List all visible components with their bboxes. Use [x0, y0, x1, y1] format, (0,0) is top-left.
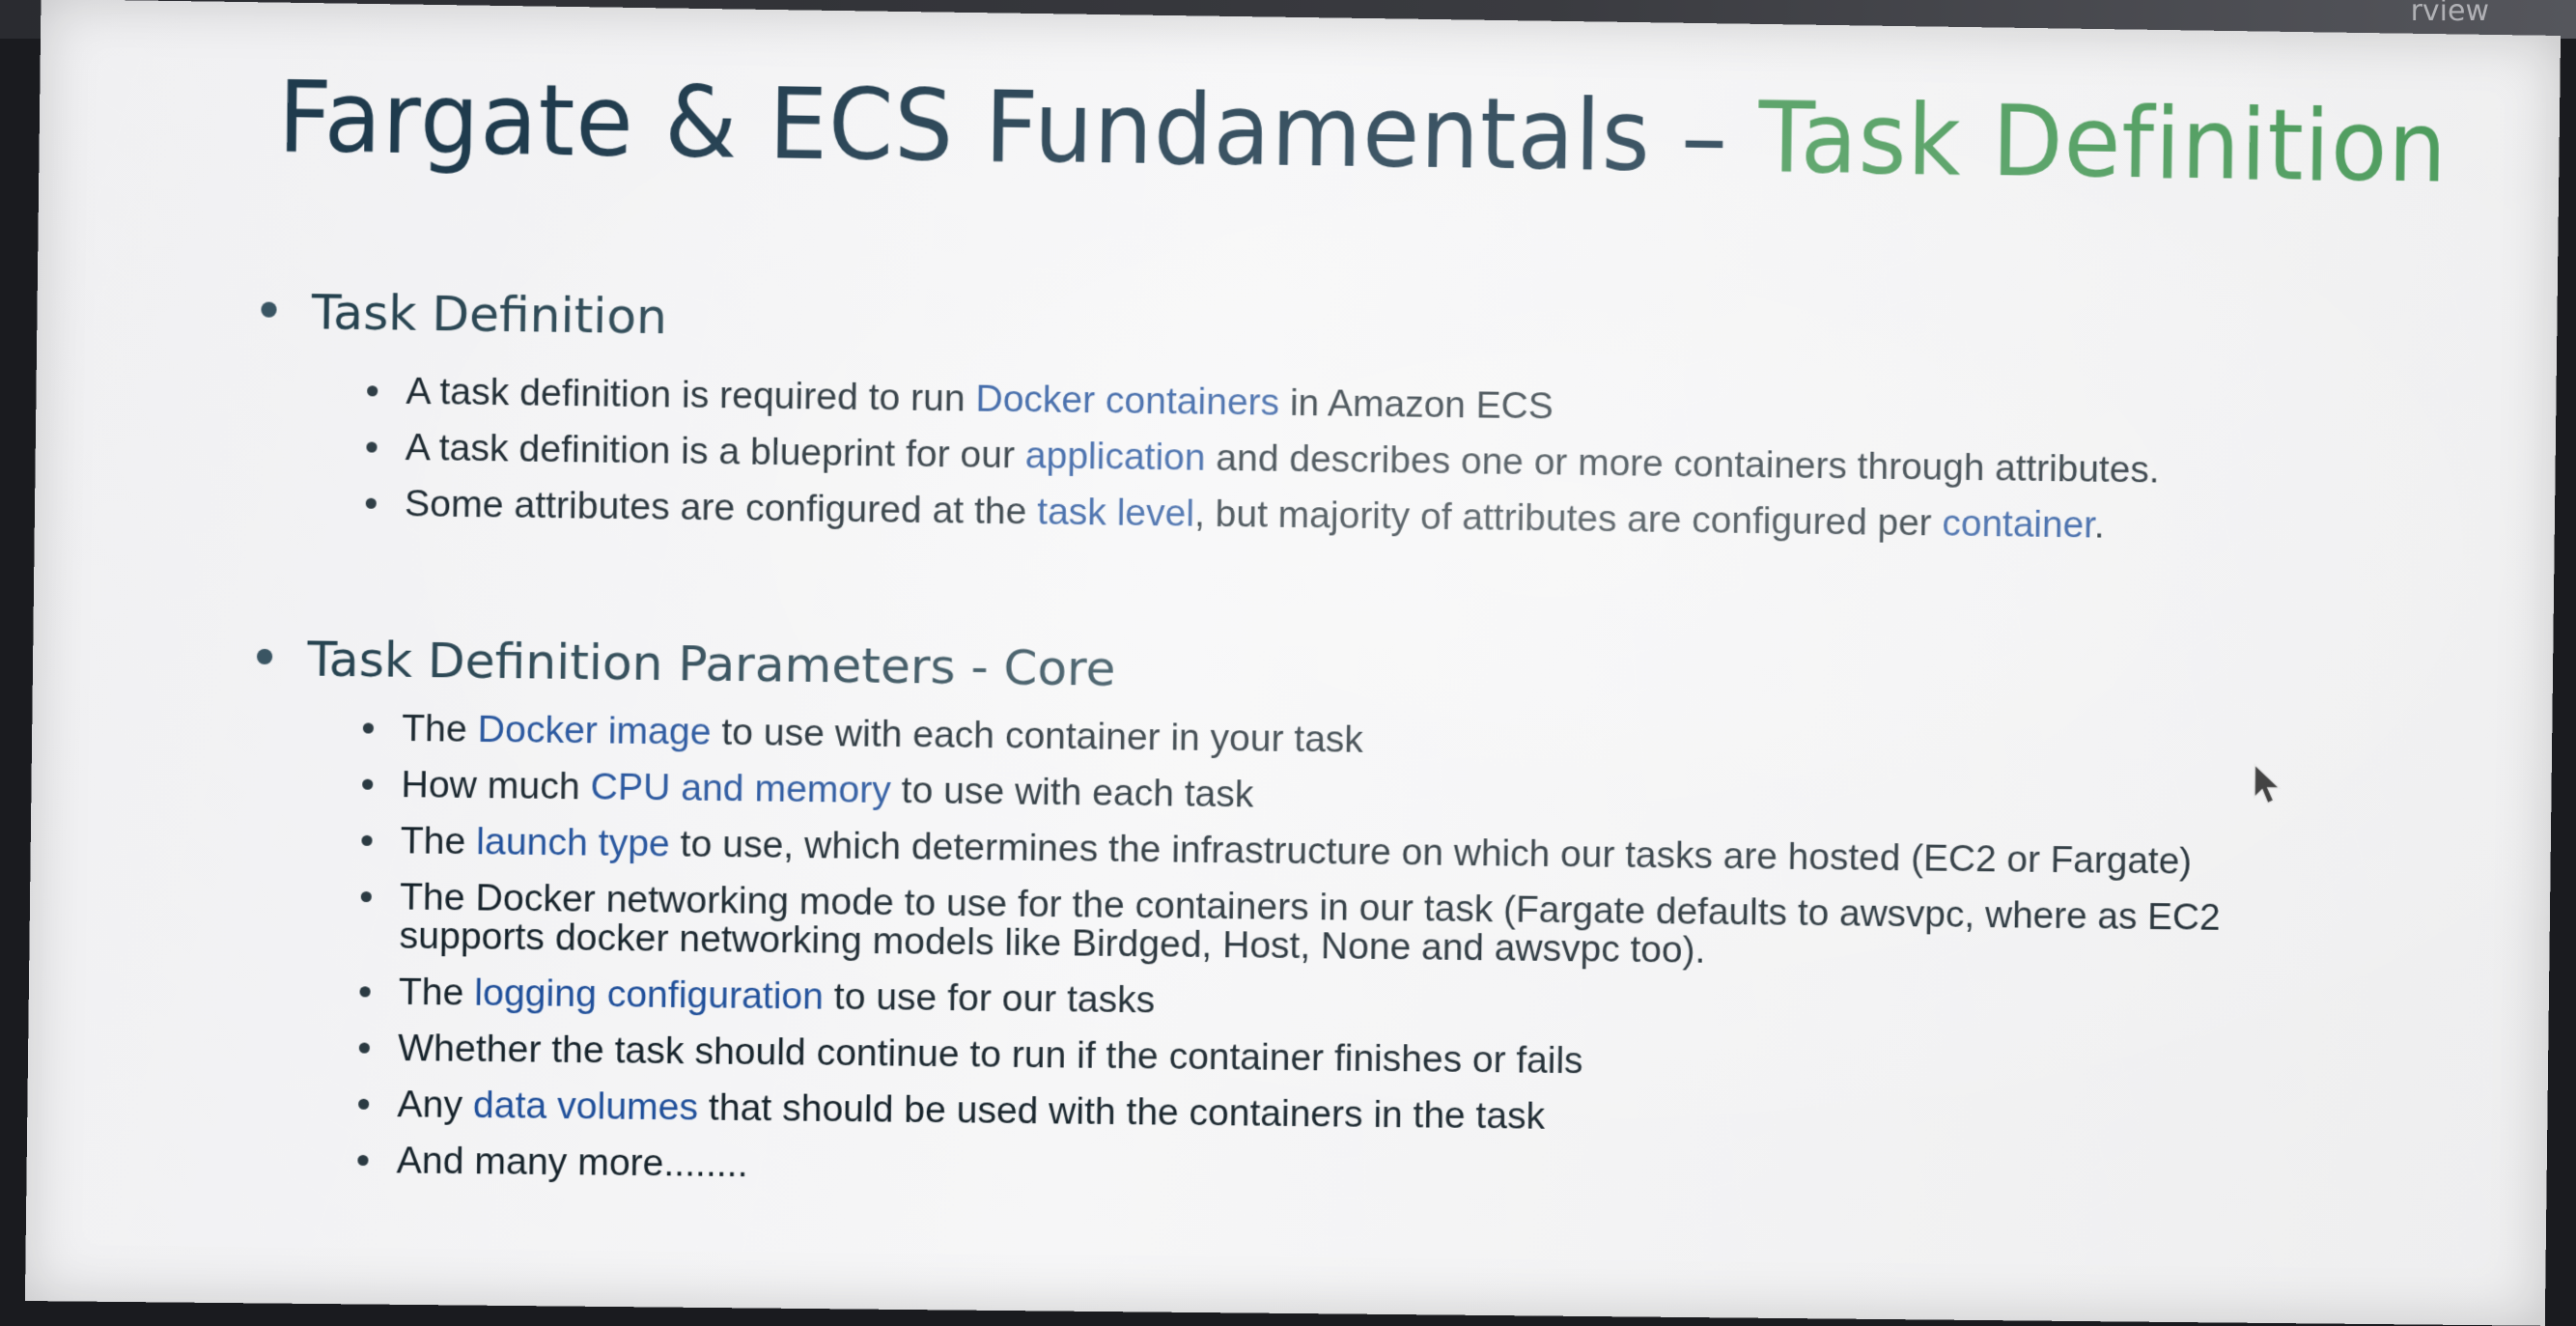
item-text: , but majority of attributes are configu… — [1193, 493, 1943, 545]
bullet-icon — [357, 1154, 369, 1167]
task-definition-list: A task definition is required to run Doc… — [365, 370, 2374, 566]
bullet-icon — [365, 497, 377, 509]
item-text: A task definition is required to run — [406, 370, 976, 420]
item-text: to use, which determines the infrastruct… — [669, 823, 2193, 883]
bullet-icon — [367, 385, 378, 397]
item-text: The — [398, 971, 475, 1014]
item-text: The Docker networking mode to use for th… — [399, 876, 2221, 972]
bullet-icon — [362, 778, 374, 790]
item-text: and describes one or more containers thr… — [1205, 437, 2160, 492]
list-item: The Docker networking mode to use for th… — [360, 876, 2368, 977]
list-item: Any data volumes that should be used wit… — [358, 1084, 2366, 1145]
list-item: The launch type to use, which determines… — [361, 820, 2368, 884]
section-heading-parameters: Task Definition Parameters - Core — [256, 631, 1116, 697]
item-text: The — [401, 707, 478, 750]
highlighted-term: CPU and memory — [590, 766, 892, 812]
list-item: Whether the task should continue to run … — [358, 1027, 2366, 1088]
highlighted-term: Docker containers — [975, 378, 1280, 424]
highlighted-term: data volumes — [472, 1084, 699, 1129]
bullet-icon — [361, 834, 373, 846]
item-text: How much — [401, 764, 591, 808]
list-item: And many more........ — [357, 1140, 2365, 1201]
item-text: Any — [397, 1084, 474, 1127]
list-item: A task definition is a blueprint for our… — [366, 426, 2373, 493]
slide: Fargate & ECS Fundamentals – Task Defini… — [24, 0, 2562, 1326]
item-text: Whether the task should continue to run … — [397, 1027, 1583, 1083]
title-accent: Task Definition — [1757, 80, 2449, 205]
bullet-icon — [362, 722, 375, 734]
highlighted-term: logging configuration — [474, 972, 825, 1018]
list-item: The logging configuration to use for our… — [359, 971, 2366, 1033]
highlighted-term: application — [1024, 435, 1206, 479]
highlighted-term: container — [1942, 502, 2095, 547]
item-text: The — [400, 820, 477, 863]
item-text: that should be used with the containers … — [697, 1086, 1546, 1138]
list-item: A task definition is required to run Doc… — [367, 370, 2374, 437]
bullet-icon — [261, 300, 277, 318]
item-text: . — [2093, 504, 2105, 547]
item-text: Some attributes are configured at the — [404, 483, 1038, 533]
highlighted-term: Docker image — [477, 708, 712, 753]
section-heading-text: Task Definition Parameters - Core — [307, 631, 1116, 697]
list-item: The Docker image to use with each contai… — [362, 707, 2370, 772]
slide-title: Fargate & ECS Fundamentals – Task Defini… — [277, 59, 2448, 204]
item-text: to use with each container in your task — [711, 711, 1364, 761]
item-text: A task definition is a blueprint for our — [405, 426, 1026, 477]
list-item: How much CPU and memory to use with each… — [362, 764, 2369, 828]
item-text: in Amazon ECS — [1278, 381, 1554, 428]
title-main: Fargate & ECS Fundamentals — [277, 59, 1652, 194]
bullet-icon — [256, 648, 273, 664]
bullet-icon — [358, 1098, 370, 1110]
bullet-icon — [358, 1042, 371, 1054]
list-item: Some attributes are configured at the ta… — [365, 483, 2373, 550]
highlighted-term: task level — [1036, 491, 1195, 535]
parameters-list: The Docker image to use with each contai… — [357, 707, 2370, 1218]
section-heading-task-definition: Task Definition — [261, 283, 667, 345]
bullet-icon — [359, 986, 371, 998]
title-dash: – — [1650, 78, 1760, 195]
mouse-pointer-icon — [2251, 763, 2289, 811]
item-text: to use with each task — [890, 770, 1254, 816]
bullet-icon — [366, 441, 378, 453]
corner-text: rview — [2410, 0, 2489, 28]
item-text: And many more........ — [396, 1140, 748, 1186]
highlighted-term: launch type — [476, 821, 671, 865]
section-heading-text: Task Definition — [311, 284, 668, 346]
item-text: to use for our tasks — [823, 975, 1156, 1022]
bullet-icon — [360, 890, 372, 903]
